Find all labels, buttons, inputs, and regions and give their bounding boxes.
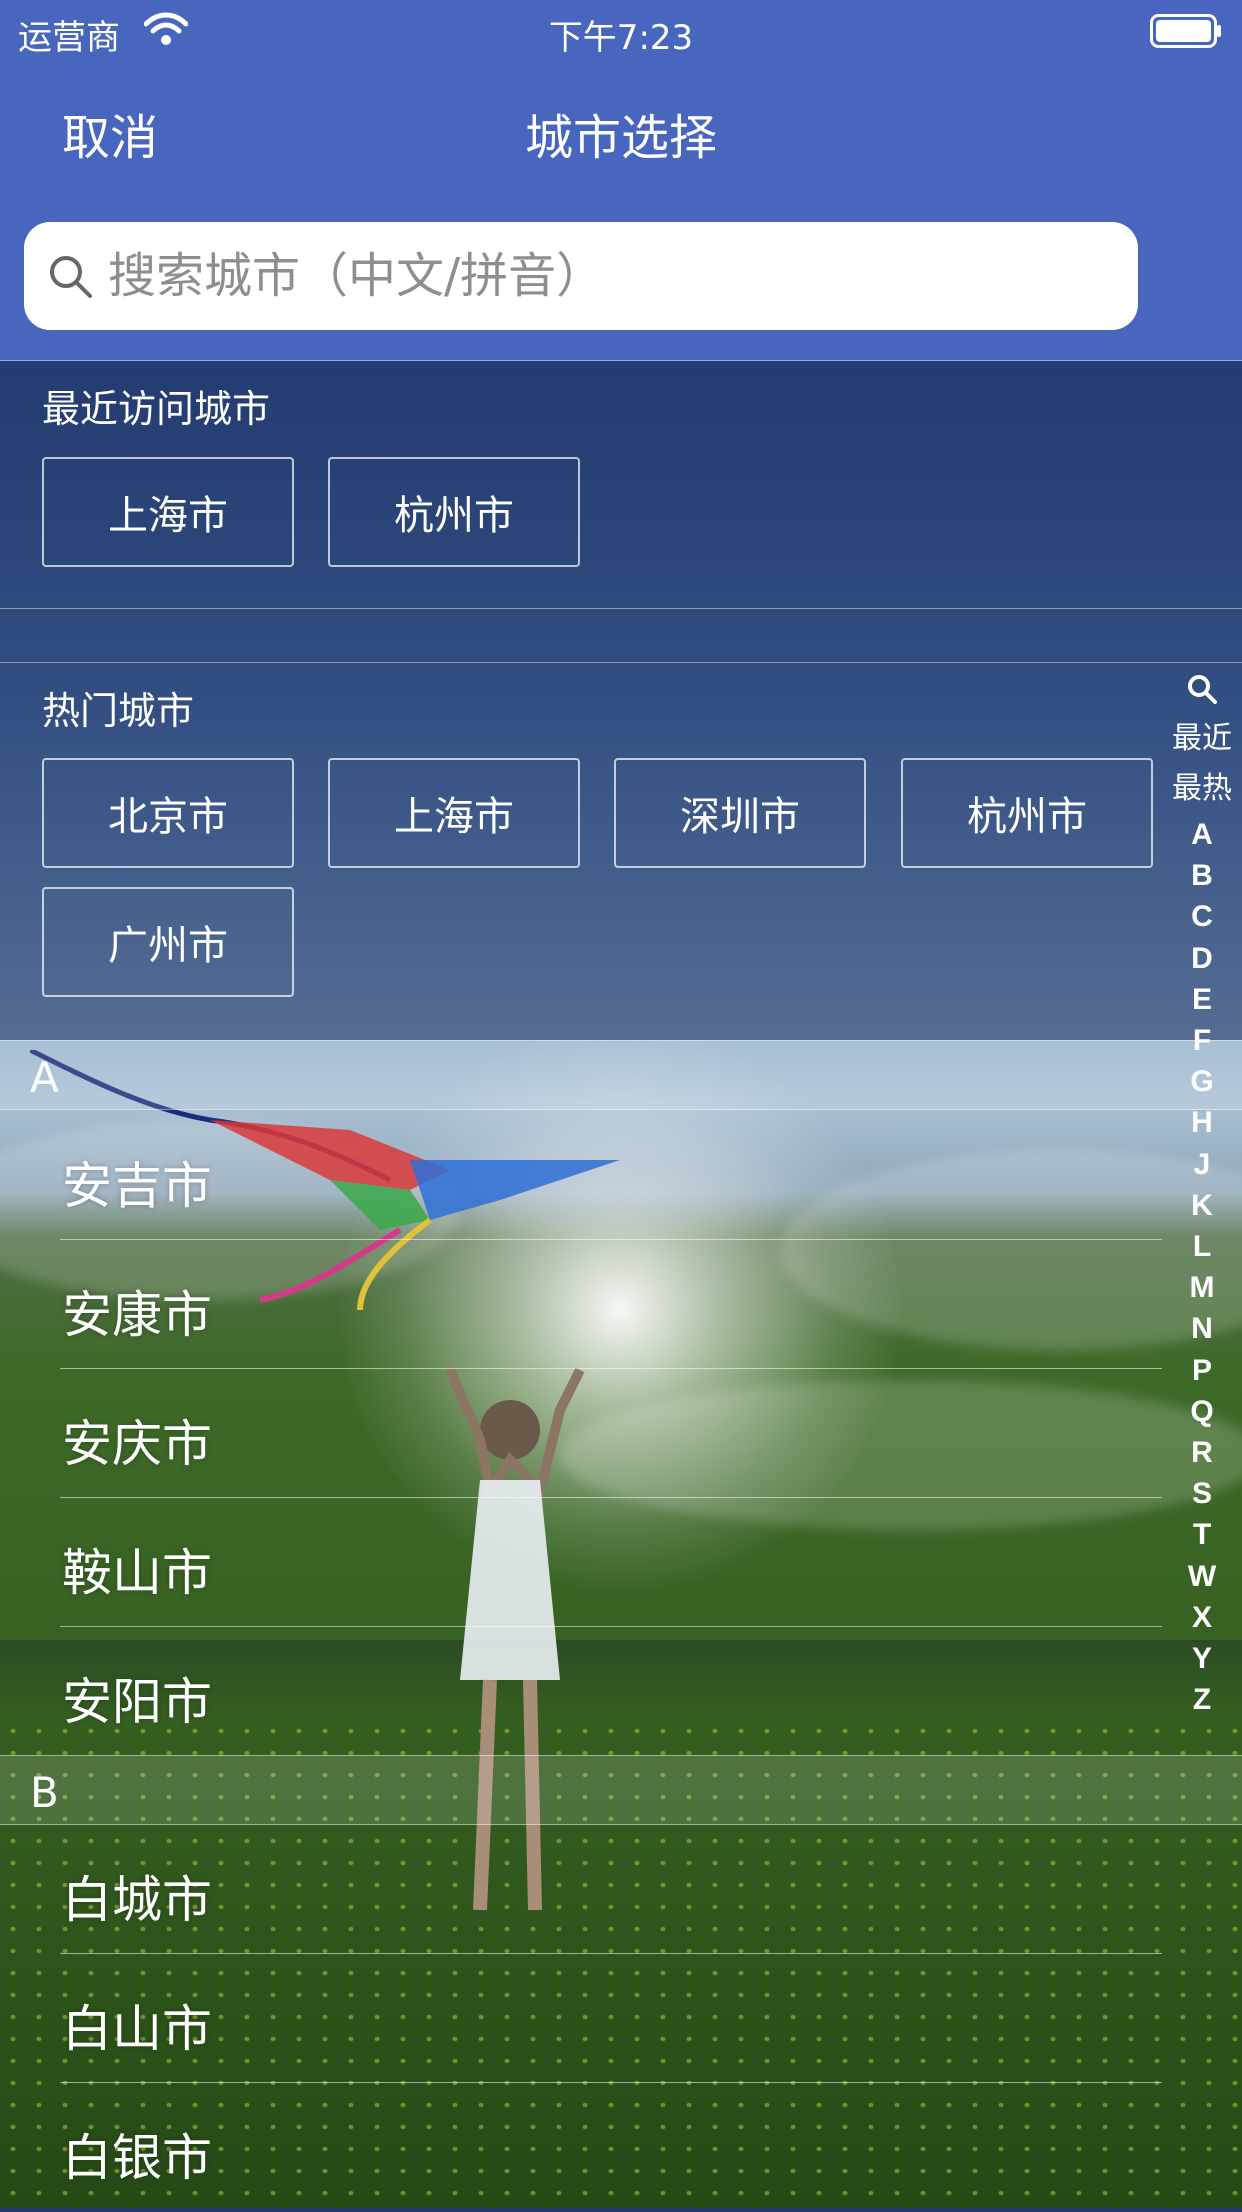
index-item-k[interactable]: K: [1162, 1185, 1242, 1226]
row-separator: [60, 2082, 1162, 2083]
city-name: 白山市: [62, 2000, 212, 2058]
alphabet-index-bar[interactable]: 最近 最热 A B C D E F G H J K L M N P Q R S …: [1162, 672, 1242, 1720]
city-list-item[interactable]: 白山市: [0, 1955, 1162, 2083]
recent-city-button[interactable]: 杭州市: [328, 457, 580, 567]
city-list-item[interactable]: 安庆市: [0, 1370, 1162, 1498]
divider: [0, 608, 1242, 609]
search-input[interactable]: [108, 222, 1118, 330]
city-name: 白城市: [62, 1871, 212, 1929]
city-name: 安庆市: [62, 1415, 212, 1473]
page-title: 城市选择: [524, 110, 717, 166]
index-item-hot[interactable]: 最热: [1162, 764, 1242, 814]
index-item-q[interactable]: Q: [1162, 1391, 1242, 1432]
divider: [0, 662, 1242, 663]
battery-icon: [1150, 14, 1221, 48]
section-letter: A: [30, 1053, 59, 1102]
index-item-a[interactable]: A: [1162, 814, 1242, 855]
recent-city-button[interactable]: 上海市: [42, 457, 294, 567]
hot-city-button[interactable]: 广州市: [42, 887, 294, 997]
status-bar: 运营商 下午7:23: [0, 0, 1242, 62]
index-item-b[interactable]: B: [1162, 855, 1242, 896]
city-list-item[interactable]: 安吉市: [0, 1112, 1162, 1240]
index-item-d[interactable]: D: [1162, 938, 1242, 979]
index-item-p[interactable]: P: [1162, 1350, 1242, 1391]
section-header-b: B: [0, 1755, 1242, 1825]
index-item-s[interactable]: S: [1162, 1473, 1242, 1514]
city-list-item[interactable]: 白城市: [0, 1826, 1162, 1954]
index-item-n[interactable]: N: [1162, 1308, 1242, 1349]
city-list-item[interactable]: 白银市: [0, 2084, 1162, 2212]
index-item-c[interactable]: C: [1162, 896, 1242, 937]
row-separator: [60, 1239, 1162, 1240]
city-name: 鞍山市: [62, 1544, 212, 1602]
hot-city-button[interactable]: 深圳市: [614, 758, 866, 868]
row-separator: [60, 1626, 1162, 1627]
status-time: 下午7:23: [548, 18, 694, 58]
index-item-e[interactable]: E: [1162, 979, 1242, 1020]
index-item-r[interactable]: R: [1162, 1432, 1242, 1473]
section-header-a: A: [0, 1040, 1242, 1110]
row-separator: [60, 1368, 1162, 1369]
recent-cities-title: 最近访问城市: [42, 387, 271, 431]
search-icon: [50, 256, 92, 298]
hot-city-button[interactable]: 北京市: [42, 758, 294, 868]
index-item-j[interactable]: J: [1162, 1144, 1242, 1185]
index-item-recent[interactable]: 最近: [1162, 714, 1242, 764]
hot-city-button[interactable]: 上海市: [328, 758, 580, 868]
city-list-item[interactable]: 安康市: [0, 1241, 1162, 1369]
index-item-y[interactable]: Y: [1162, 1638, 1242, 1679]
index-item-t[interactable]: T: [1162, 1514, 1242, 1555]
navigation-bar: 取消 城市选择: [0, 62, 1242, 361]
index-item-z[interactable]: Z: [1162, 1679, 1242, 1720]
city-name: 安康市: [62, 1286, 212, 1344]
row-separator: [60, 1497, 1162, 1498]
index-search-icon[interactable]: [1185, 672, 1219, 706]
city-name: 白银市: [62, 2129, 212, 2187]
index-item-x[interactable]: X: [1162, 1597, 1242, 1638]
index-item-g[interactable]: G: [1162, 1061, 1242, 1102]
index-item-l[interactable]: L: [1162, 1226, 1242, 1267]
hot-cities-title: 热门城市: [42, 689, 195, 733]
section-letter: B: [30, 1768, 59, 1817]
index-item-h[interactable]: H: [1162, 1102, 1242, 1143]
search-bar[interactable]: [24, 222, 1138, 330]
index-item-w[interactable]: W: [1162, 1556, 1242, 1597]
index-item-f[interactable]: F: [1162, 1020, 1242, 1061]
city-name: 安吉市: [62, 1157, 212, 1215]
hot-city-button[interactable]: 杭州市: [901, 758, 1153, 868]
index-item-m[interactable]: M: [1162, 1267, 1242, 1308]
city-list-item[interactable]: 安阳市: [0, 1628, 1162, 1756]
row-separator: [60, 1953, 1162, 1954]
city-name: 安阳市: [62, 1673, 212, 1731]
city-list-item[interactable]: 鞍山市: [0, 1499, 1162, 1627]
